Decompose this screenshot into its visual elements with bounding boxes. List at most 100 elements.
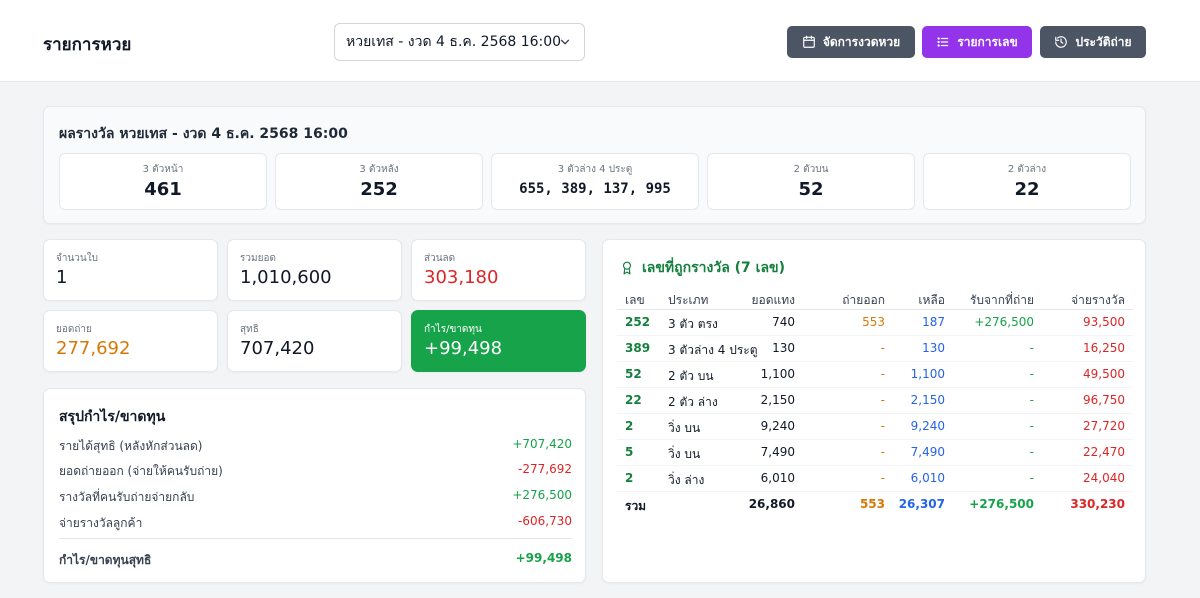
- cell-pay: 22,470: [1083, 445, 1125, 459]
- cell-bet: 740: [772, 315, 795, 329]
- cell-type: 2 ตัว บน: [668, 369, 714, 383]
- result-lower-three: 3 ตัวล่าง 4 ประตู 655, 389, 137, 995: [491, 153, 699, 210]
- summary-row: จ่ายรางวัลลูกค้า -606,730: [59, 514, 572, 532]
- stat-label: ยอดถ่าย: [56, 324, 92, 335]
- summary-row-label: ยอดถ่ายออก (จ่ายให้คนรับถ่าย): [59, 464, 223, 478]
- cell-bet: 7,490: [760, 445, 795, 459]
- cell-type: วิ่ง บน: [668, 421, 701, 435]
- header-received: รับจากที่ถ่าย: [969, 293, 1034, 307]
- transfer-history-label: ประวัติถ่าย: [1075, 34, 1132, 49]
- cell-received: +276,500: [974, 315, 1034, 329]
- cell-remain: 1,100: [910, 367, 945, 381]
- result-label: 2 ตัวบน: [793, 164, 829, 175]
- cell-type: 3 ตัว ตรง: [668, 317, 718, 331]
- stat-label: รวมยอด: [240, 253, 276, 264]
- cell-number: 2: [625, 471, 634, 485]
- cell-number: 2: [625, 419, 634, 433]
- result-value: 252: [360, 179, 398, 200]
- table-row: 2 วิ่ง ล่าง 6,010 - 6,010 - 24,040: [617, 466, 1133, 492]
- table-row: 252 3 ตัว ตรง 740 553 187 +276,500 93,50…: [617, 310, 1133, 336]
- cell-bet: 2,150: [760, 393, 795, 407]
- cell-type: 2 ตัว ล่าง: [668, 395, 718, 409]
- summary-row: รางวัลที่คนรับถ่ายจ่ายกลับ +276,500: [59, 488, 572, 506]
- cell-number: 252: [625, 315, 651, 329]
- cell-type: วิ่ง บน: [668, 447, 701, 461]
- header: รายการหวย หวยเทส - งวด 4 ธ.ค. 2568 16:00…: [0, 0, 1200, 82]
- stat-total: รวมยอด 1,010,600: [227, 239, 402, 301]
- cell-payout: -: [880, 445, 885, 459]
- summary-net-row: กำไร/ขาดทุนสุทธิ +99,498: [59, 551, 572, 569]
- cell-type: 3 ตัวล่าง 4 ประตู: [668, 343, 758, 357]
- result-lower-two: 2 ตัวล่าง 22: [923, 153, 1131, 210]
- total-pay: 330,230: [1070, 497, 1125, 511]
- stat-value: 1: [56, 267, 68, 288]
- cell-bet: 130: [772, 341, 795, 355]
- header-bet: ยอดแทง: [751, 293, 795, 307]
- divider: [59, 538, 572, 539]
- cell-received: -: [1029, 419, 1034, 433]
- table-row: 5 วิ่ง บน 7,490 - 7,490 - 22,470: [617, 440, 1133, 466]
- cell-bet: 1,100: [760, 367, 795, 381]
- result-value: 52: [798, 179, 824, 200]
- results-title: ผลรางวัล หวยเทส - งวด 4 ธ.ค. 2568 16:00: [59, 126, 348, 142]
- table-total-row: รวม 26,860 553 26,307 +276,500 330,230: [617, 492, 1133, 518]
- result-label: 3 ตัวหลัง: [359, 164, 399, 175]
- cell-payout: -: [880, 367, 885, 381]
- summary-row-value: -606,730: [518, 514, 572, 528]
- result-value: 461: [144, 179, 182, 200]
- total-bet: 26,860: [748, 497, 795, 511]
- header-number: เลข: [625, 293, 645, 307]
- result-value: 655, 389, 137, 995: [519, 181, 671, 197]
- results-card: ผลรางวัล หวยเทส - งวด 4 ธ.ค. 2568 16:00 …: [43, 106, 1146, 224]
- winners-title: เลขที่ถูกรางวัล (7 เลข): [620, 257, 785, 279]
- number-list-label: รายการเลข: [957, 34, 1018, 49]
- stat-net: สุทธิ 707,420: [227, 310, 402, 372]
- cell-remain: 6,010: [910, 471, 945, 485]
- cell-payout: -: [880, 393, 885, 407]
- total-received: +276,500: [969, 497, 1034, 511]
- cell-pay: 16,250: [1083, 341, 1125, 355]
- table-row: 22 2 ตัว ล่าง 2,150 - 2,150 - 96,750: [617, 388, 1133, 414]
- cell-number: 22: [625, 393, 642, 407]
- draw-select-value: หวยเทส - งวด 4 ธ.ค. 2568 16:00: [346, 34, 562, 50]
- stat-label: จำนวนใบ: [56, 253, 98, 264]
- cell-remain: 9,240: [910, 419, 945, 433]
- cell-remain: 7,490: [910, 445, 945, 459]
- stat-label: กำไร/ขาดทุน: [424, 324, 482, 335]
- total-label: รวม: [625, 499, 647, 513]
- table-header: เลข ประเภท ยอดแทง ถ่ายออก เหลือ รับจากที…: [617, 286, 1133, 310]
- cell-number: 52: [625, 367, 642, 381]
- summary-row-value: +707,420: [512, 437, 572, 451]
- header-payout: ถ่ายออก: [842, 293, 885, 307]
- stat-value: 707,420: [240, 338, 315, 359]
- cell-payout: -: [880, 419, 885, 433]
- summary-title: สรุปกำไร/ขาดทุน: [59, 409, 166, 425]
- header-type: ประเภท: [668, 293, 709, 307]
- stat-label: สุทธิ: [240, 324, 259, 335]
- manage-draws-label: จัดการงวดหวย: [822, 34, 901, 49]
- summary-net-value: +99,498: [515, 551, 572, 565]
- cell-pay: 24,040: [1083, 471, 1125, 485]
- summary-row-label: จ่ายรางวัลลูกค้า: [59, 516, 143, 530]
- cell-pay: 93,500: [1083, 315, 1125, 329]
- manage-draws-button[interactable]: จัดการงวดหวย: [787, 26, 915, 58]
- total-payout: 553: [859, 497, 885, 511]
- summary-row-value: +276,500: [512, 488, 572, 502]
- list-icon: [937, 37, 949, 47]
- stat-profit: กำไร/ขาดทุน +99,498: [411, 310, 586, 372]
- stat-label: ส่วนลด: [424, 253, 456, 264]
- stat-value: 277,692: [56, 338, 131, 359]
- draw-select[interactable]: หวยเทส - งวด 4 ธ.ค. 2568 16:00: [334, 23, 585, 61]
- cell-received: -: [1029, 341, 1034, 355]
- result-upper-two: 2 ตัวบน 52: [707, 153, 915, 210]
- page-title: รายการหวย: [43, 35, 132, 55]
- summary-row: รายได้สุทธิ (หลังหักส่วนลด) +707,420: [59, 437, 572, 455]
- total-remain: 26,307: [898, 497, 945, 511]
- number-list-button[interactable]: รายการเลข: [922, 26, 1032, 58]
- header-pay: จ่ายรางวัล: [1071, 293, 1125, 307]
- summary-net-label: กำไร/ขาดทุนสุทธิ: [59, 553, 152, 567]
- transfer-history-button[interactable]: ประวัติถ่าย: [1040, 26, 1146, 58]
- winners-table: เลข ประเภท ยอดแทง ถ่ายออก เหลือ รับจากที…: [617, 286, 1133, 518]
- cell-payout: 553: [862, 315, 885, 329]
- calendar-icon: [802, 35, 815, 48]
